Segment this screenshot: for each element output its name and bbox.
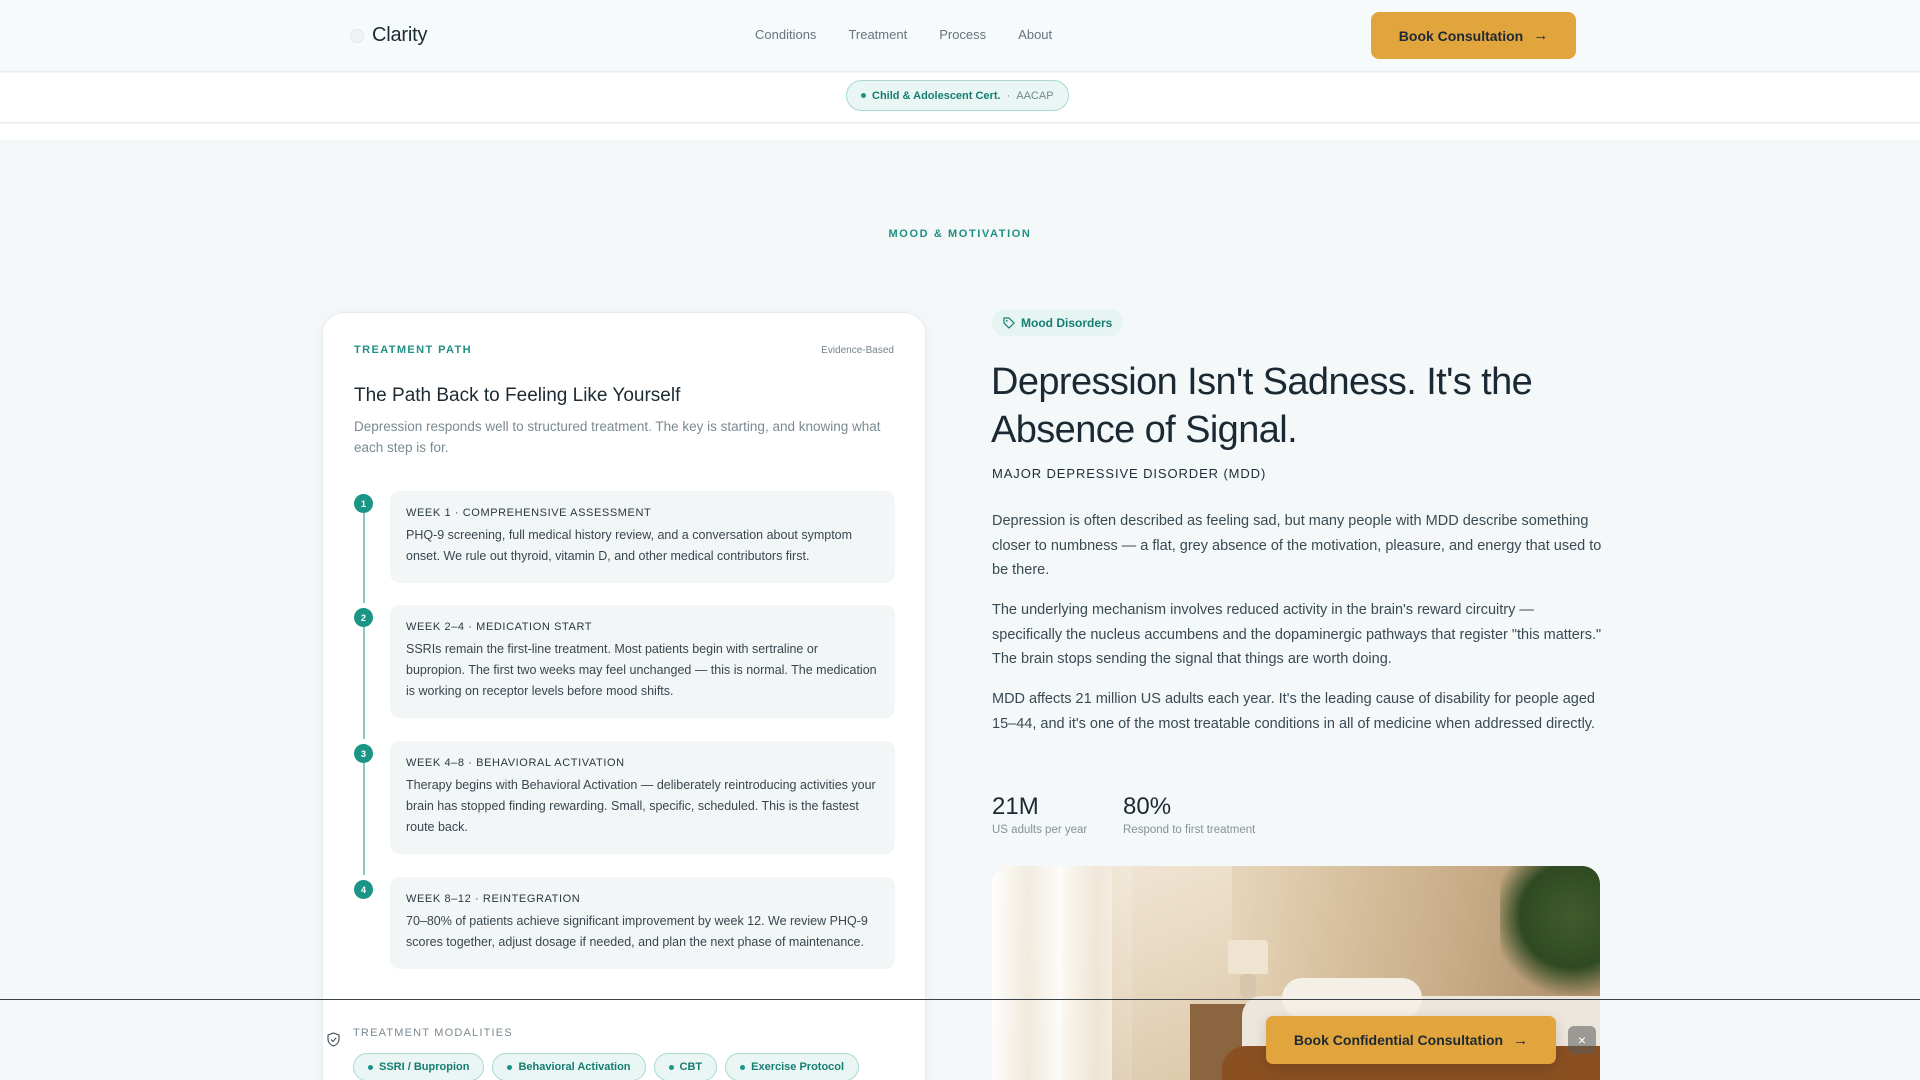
stat-label: US adults per year: [992, 824, 1088, 836]
step-number: 4: [354, 880, 373, 899]
nav-link-process[interactable]: Process: [939, 27, 986, 42]
mood-disorders-tag[interactable]: Mood Disorders: [992, 309, 1124, 336]
step-body: Therapy begins with Behavioral Activatio…: [406, 778, 876, 834]
arrow-right-icon: →: [1513, 1031, 1529, 1049]
book-consultation-button[interactable]: Book Consultation →: [1371, 12, 1576, 59]
nav-link-conditions[interactable]: Conditions: [755, 27, 816, 42]
modality-chip-label: SSRI / Bupropion: [379, 1061, 470, 1073]
modality-chip-label: Behavioral Activation: [518, 1061, 631, 1073]
stat-block: 21M US adults per year: [992, 793, 1087, 836]
chip-dot-icon: [668, 1064, 674, 1070]
modality-chip-label: CBT: [679, 1061, 703, 1073]
nav-link-treatment[interactable]: Treatment: [848, 27, 907, 42]
condition-subhead: MAJOR DEPRESSIVE DISORDER (MDD): [992, 466, 1267, 481]
lamp-shade-shape: [1228, 940, 1268, 974]
section-divider: [0, 124, 1920, 140]
pillow-shape: [1282, 978, 1422, 1018]
stat-value: 80%: [1123, 793, 1172, 820]
arrow-right-icon: →: [1533, 27, 1549, 44]
step-heading: WEEK 4–8 · BEHAVIORAL ACTIVATION: [406, 757, 625, 769]
certification-strip: Child & Adolescent Cert. · AACAP: [0, 73, 1920, 123]
body-paragraph: Depression is often described as feeling…: [992, 513, 1602, 578]
step-content: WEEK 1 · COMPREHENSIVE ASSESSMENT PHQ-9 …: [390, 491, 895, 583]
step-number: 3: [354, 744, 373, 763]
step-heading: WEEK 2–4 · MEDICATION START: [406, 621, 593, 633]
treatment-path-title: The Path Back to Feeling Like Yourself: [354, 385, 681, 406]
book-consultation-label: Book Consultation: [1398, 27, 1524, 44]
timeline-connector: [363, 761, 365, 875]
step-body: SSRIs remain the first-line treatment. M…: [406, 642, 877, 698]
book-confidential-consultation-label: Book Confidential Consultation: [1293, 1032, 1504, 1048]
evidence-based-badge: Evidence-Based: [821, 345, 894, 356]
step-content: WEEK 4–8 · BEHAVIORAL ACTIVATION Therapy…: [390, 741, 895, 854]
body-paragraph: MDD affects 21 million US adults each ye…: [992, 691, 1595, 732]
modality-chip[interactable]: CBT: [653, 1053, 718, 1080]
main-nav: Conditions Treatment Process About: [755, 27, 1052, 42]
sticky-bar-divider: [0, 999, 1920, 1000]
brand-name: Clarity: [372, 24, 428, 46]
close-sticky-button[interactable]: ×: [1568, 1026, 1596, 1054]
chip-dot-icon: [740, 1064, 746, 1070]
body-paragraph: The underlying mechanism involves reduce…: [992, 602, 1602, 667]
treatment-modalities-label: TREATMENT MODALITIES: [353, 1027, 513, 1039]
step-number: 2: [354, 608, 373, 627]
step-body: PHQ-9 screening, full medical history re…: [406, 528, 853, 563]
plant-shape: [1500, 866, 1600, 1006]
lamp-base-shape: [1240, 974, 1256, 998]
chip-dot-icon: [507, 1064, 513, 1070]
step-body: 70–80% of patients achieve significant i…: [406, 914, 868, 949]
treatment-path-description: Depression responds well to structured t…: [354, 419, 881, 455]
step-number: 1: [354, 494, 373, 513]
modality-chip-label: Exercise Protocol: [751, 1061, 845, 1073]
treatment-path-label: TREATMENT PATH: [354, 344, 472, 356]
brand-logo[interactable]: Clarity: [350, 24, 427, 47]
timeline-connector: [363, 511, 365, 603]
certification-source: AACAP: [1016, 89, 1054, 102]
curtain-shape: [992, 866, 1062, 1080]
page-headline: Depression Isn't Sadness. It's the Absen…: [991, 361, 1533, 451]
modality-chip[interactable]: Behavioral Activation: [492, 1053, 646, 1080]
certification-label: Child & Adolescent Cert.: [872, 89, 1001, 102]
modality-chip-list: SSRI / Bupropion Behavioral Activation C…: [353, 1053, 860, 1080]
treatment-path-card: TREATMENT PATH Evidence-Based The Path B…: [322, 312, 926, 1080]
certification-badge: Child & Adolescent Cert. · AACAP: [846, 80, 1069, 111]
modality-chip[interactable]: Exercise Protocol: [725, 1053, 860, 1080]
certification-separator: ·: [1006, 89, 1011, 102]
stat-value: 21M: [992, 793, 1039, 820]
top-navigation-bar: Clarity Conditions Treatment Process Abo…: [0, 0, 1920, 72]
stat-label: Respond to first treatment: [1123, 824, 1256, 836]
stat-block: 80% Respond to first treatment: [1123, 793, 1255, 836]
close-icon: ×: [1577, 1032, 1587, 1048]
timeline-connector: [363, 625, 365, 739]
step-content: WEEK 8–12 · REINTEGRATION 70–80% of pati…: [390, 877, 895, 969]
status-dot-icon: [861, 93, 866, 98]
tag-label: Mood Disorders: [1021, 315, 1113, 330]
shield-check-icon: [327, 1032, 340, 1047]
book-confidential-consultation-button[interactable]: Book Confidential Consultation →: [1266, 1016, 1556, 1064]
nav-link-about[interactable]: About: [1018, 27, 1052, 42]
step-heading: WEEK 8–12 · REINTEGRATION: [406, 893, 581, 905]
logo-icon: [350, 28, 364, 43]
section-eyebrow: MOOD & MOTIVATION: [888, 228, 1032, 240]
modality-chip[interactable]: SSRI / Bupropion: [353, 1053, 485, 1080]
step-content: WEEK 2–4 · MEDICATION START SSRIs remain…: [390, 605, 895, 718]
chip-dot-icon: [368, 1064, 373, 1070]
step-heading: WEEK 1 · COMPREHENSIVE ASSESSMENT: [406, 507, 652, 519]
tag-icon: [1003, 316, 1015, 329]
